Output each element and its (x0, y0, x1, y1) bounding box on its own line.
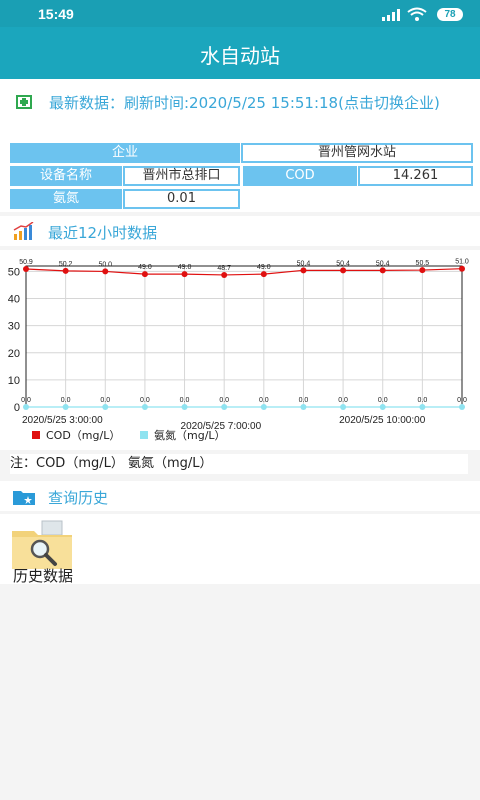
data-label: 0.0 (219, 397, 229, 404)
x-tick-label: 2020/5/25 10:00:00 (339, 415, 426, 426)
data-point (221, 404, 228, 410)
data-point (419, 267, 426, 274)
data-label: 0.0 (299, 397, 309, 404)
data-point (459, 404, 465, 410)
data-label: 0.0 (457, 397, 467, 404)
recent-chart: 0 10 20 30 40 50 50.9 50.2 50.0 49.0 49.0 48.7 49.0 5… (0, 250, 480, 450)
cod-label: COD (243, 166, 357, 186)
bar-chart-icon (13, 222, 34, 240)
data-label: 49.0 (138, 264, 152, 271)
data-label: 0.0 (100, 397, 110, 404)
y-tick-label: 0 (14, 402, 20, 414)
history-data-label[interactable]: 历史数据 (13, 565, 73, 586)
data-label: 50.4 (376, 260, 390, 267)
status-bar: 15:49 78 (0, 0, 480, 27)
data-label: 49.0 (178, 264, 192, 271)
page-title: 水自动站 (200, 44, 280, 68)
company-label: 企业 (10, 143, 240, 163)
legend-swatch (140, 431, 148, 439)
data-point (62, 404, 69, 410)
device-value: 晋州市总排口 (123, 166, 240, 186)
y-tick-label: 20 (8, 348, 20, 360)
data-point (340, 267, 347, 274)
data-point (141, 271, 148, 278)
data-point (300, 267, 307, 274)
latest-data-row[interactable]: 最新数据：刷新时间:2020/5/25 15:51:18(点击切换企业) (0, 79, 480, 139)
folder-star-icon (13, 491, 35, 505)
x-tick-label: 2020/5/25 3:00:00 (22, 415, 103, 426)
data-point (102, 268, 109, 275)
data-label: 0.0 (259, 397, 269, 404)
data-point (419, 404, 426, 410)
device-label: 设备名称 (10, 166, 122, 186)
cod-value: 14.261 (358, 166, 473, 186)
data-point (102, 404, 109, 410)
data-label: 48.7 (217, 265, 231, 272)
data-point (221, 271, 228, 278)
history-folder-search-icon[interactable] (12, 519, 72, 569)
company-value: 晋州管网水站 (241, 143, 473, 163)
signal-icon (382, 9, 400, 21)
data-point (379, 404, 386, 410)
nh-label: 氨氮 (10, 189, 122, 209)
data-label: 0.0 (61, 397, 71, 404)
y-tick-label: 30 (8, 321, 20, 333)
data-point (340, 404, 347, 410)
history-section-title: 查询历史 (48, 489, 109, 507)
data-label: 50.9 (19, 259, 33, 266)
data-point (379, 267, 386, 274)
data-label: 51.0 (455, 259, 469, 266)
history-panel: 历史数据 (0, 514, 480, 586)
data-label: 0.0 (417, 397, 427, 404)
data-label: 0.0 (378, 397, 388, 404)
nh-value: 0.01 (123, 189, 240, 209)
legend-label: COD（mg/L） (46, 429, 120, 442)
data-label: 50.2 (59, 261, 73, 268)
legend-swatch (32, 431, 40, 439)
data-point (260, 404, 267, 410)
medical-plus-icon (16, 95, 32, 109)
plot-frame (25, 265, 463, 408)
data-label: 0.0 (180, 397, 190, 404)
data-label: 50.4 (336, 260, 350, 267)
info-panel: 企业 晋州管网水站 设备名称 晋州市总排口 COD 14.261 氨氮 0.01 (0, 139, 480, 212)
data-label: 0.0 (140, 397, 150, 404)
recent-section-header: 最近12小时数据 (0, 216, 480, 246)
latest-data-text[interactable]: 最新数据：刷新时间:2020/5/25 15:51:18(点击切换企业) (49, 94, 469, 113)
chart-note: 注：COD（mg/L） 氨氮（mg/L） (10, 454, 468, 474)
data-label: 0.0 (338, 397, 348, 404)
data-point (300, 404, 307, 410)
battery-icon: 78 (437, 8, 463, 21)
data-label: 49.0 (257, 264, 271, 271)
data-point (141, 404, 148, 410)
data-point (459, 265, 465, 272)
data-label: 50.0 (98, 261, 112, 268)
data-point (260, 271, 267, 278)
data-point (181, 271, 188, 278)
wifi-icon (407, 7, 427, 21)
y-tick-label: 10 (8, 375, 20, 387)
empty-area (0, 584, 480, 800)
y-tick-label: 50 (8, 266, 20, 278)
data-label: 0.0 (21, 397, 31, 404)
data-point (62, 267, 69, 274)
data-point (23, 404, 29, 410)
line-chart: 0 10 20 30 40 5050.9 50.2 50.0 49.0 49.0 48.7 49.0 5… (8, 259, 469, 442)
data-point (181, 404, 188, 410)
data-label: 50.5 (416, 260, 430, 267)
y-tick-label: 40 (8, 294, 20, 306)
recent-section-title: 最近12小时数据 (48, 224, 158, 242)
data-point (23, 265, 29, 272)
data-label: 50.4 (297, 260, 311, 267)
app-header: 水自动站 (0, 27, 480, 79)
history-section-header: 查询历史 (0, 481, 480, 511)
clock: 15:49 (38, 6, 74, 22)
legend-label: 氨氮（mg/L） (154, 428, 226, 442)
